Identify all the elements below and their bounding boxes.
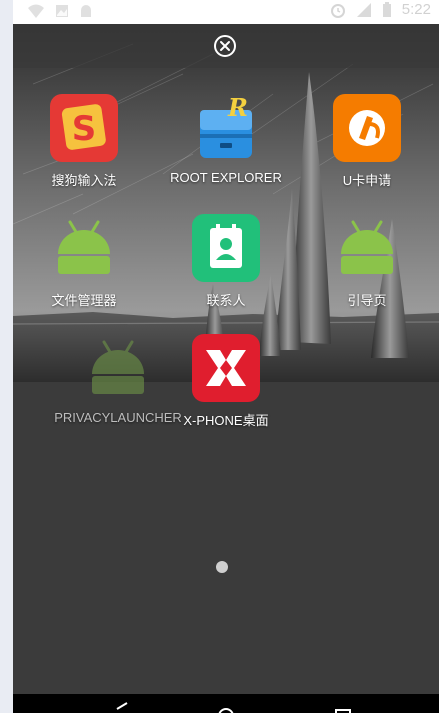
status-right-icons: 5:22 bbox=[330, 1, 431, 18]
xphone-icon bbox=[192, 334, 260, 402]
app-root-explorer[interactable]: R ROOT EXPLORER bbox=[156, 94, 296, 185]
app-guide[interactable]: 引导页 bbox=[297, 214, 437, 309]
recents-icon[interactable] bbox=[333, 702, 353, 713]
page-indicator bbox=[216, 561, 228, 573]
app-label: X-PHONE桌面 bbox=[183, 413, 269, 428]
close-icon bbox=[220, 41, 230, 51]
alarm-icon bbox=[330, 3, 345, 18]
wifi-off-icon bbox=[28, 4, 44, 18]
navigation-bar bbox=[13, 694, 439, 713]
status-bar: 5:22 bbox=[13, 0, 439, 24]
app-label: 文件管理器 bbox=[51, 293, 117, 308]
back-icon[interactable] bbox=[113, 702, 133, 713]
android-icon bbox=[81, 5, 91, 17]
app-xphone[interactable]: X-PHONE桌面 bbox=[156, 334, 296, 429]
home-icon[interactable] bbox=[216, 702, 236, 713]
close-circle-icon[interactable] bbox=[214, 35, 236, 57]
signal-icon bbox=[356, 2, 371, 17]
app-label: ROOT EXPLORER bbox=[170, 170, 282, 185]
battery-icon bbox=[382, 1, 391, 17]
wallpaper bbox=[13, 24, 439, 382]
svg-text:S: S bbox=[72, 109, 97, 149]
app-file-manager[interactable]: 文件管理器 bbox=[14, 214, 154, 309]
app-sogou[interactable]: S 搜狗输入法 bbox=[14, 94, 154, 189]
android-icon bbox=[84, 334, 152, 402]
android-icon bbox=[333, 214, 401, 282]
app-ucard[interactable]: U卡申请 bbox=[297, 94, 437, 189]
root-explorer-icon: R bbox=[192, 94, 260, 162]
status-time: 5:22 bbox=[401, 1, 431, 18]
app-label: 引导页 bbox=[347, 293, 387, 308]
status-left-icons bbox=[27, 3, 93, 19]
app-label: 搜狗输入法 bbox=[51, 173, 117, 188]
app-label: U卡申请 bbox=[342, 173, 392, 188]
app-label: 联系人 bbox=[206, 293, 246, 308]
android-icon bbox=[50, 214, 118, 282]
image-icon bbox=[56, 5, 68, 17]
launcher-screen: 5:22 S 搜狗输入法 R ROOT EXPLORER U卡申请 文件管理器 … bbox=[13, 0, 439, 713]
app-contacts[interactable]: 联系人 bbox=[156, 214, 296, 309]
contacts-icon bbox=[192, 214, 260, 282]
ucard-icon bbox=[333, 94, 401, 162]
svg-text:R: R bbox=[227, 94, 248, 122]
sogou-icon: S bbox=[50, 94, 118, 162]
